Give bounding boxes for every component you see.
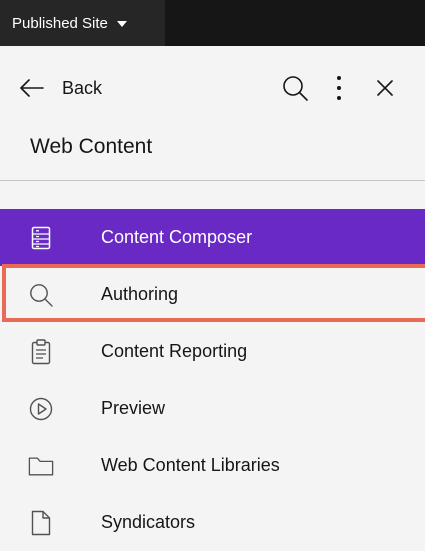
search-button[interactable] <box>278 68 312 108</box>
nav-item-label: Authoring <box>101 284 179 304</box>
folder-icon <box>28 453 54 479</box>
close-button[interactable] <box>370 68 400 108</box>
panel-header: Back Web Content <box>0 46 425 181</box>
nav-item-label: Web Content Libraries <box>101 455 280 475</box>
nav-item-web-content-libraries[interactable]: Web Content Libraries <box>0 437 425 494</box>
search-icon <box>283 76 308 101</box>
document-icon <box>28 510 54 536</box>
nav-item-authoring[interactable]: Authoring <box>0 266 425 323</box>
close-icon <box>377 80 393 96</box>
play-circle-icon <box>28 396 54 422</box>
back-label: Back <box>62 77 103 98</box>
section-title: Web Content <box>30 135 153 158</box>
site-selector-label: Published Site <box>12 14 108 32</box>
nav-item-content-reporting[interactable]: Content Reporting <box>0 323 425 380</box>
arrow-left-icon <box>20 79 44 97</box>
back-button[interactable]: Back <box>20 68 102 108</box>
nav-item-preview[interactable]: Preview <box>0 380 425 437</box>
composer-icon <box>28 225 54 251</box>
caret-down-icon <box>116 21 127 27</box>
nav-item-label: Content Composer <box>101 227 253 247</box>
site-bar: Published Site <box>0 0 425 46</box>
nav-list: Content Composer Authoring Content Repor… <box>0 209 425 551</box>
nav-item-label: Preview <box>101 398 166 418</box>
nav-item-syndicators[interactable]: Syndicators <box>0 494 425 551</box>
overflow-menu-vertical-icon <box>337 76 341 100</box>
search-icon <box>28 282 54 308</box>
nav-item-label: Syndicators <box>101 512 196 532</box>
nav-item-label: Content Reporting <box>101 341 248 361</box>
clipboard-icon <box>28 338 54 365</box>
site-selector[interactable]: Published Site <box>0 0 165 46</box>
overflow-menu-button[interactable] <box>326 68 352 108</box>
nav-item-content-composer[interactable]: Content Composer <box>0 209 425 266</box>
